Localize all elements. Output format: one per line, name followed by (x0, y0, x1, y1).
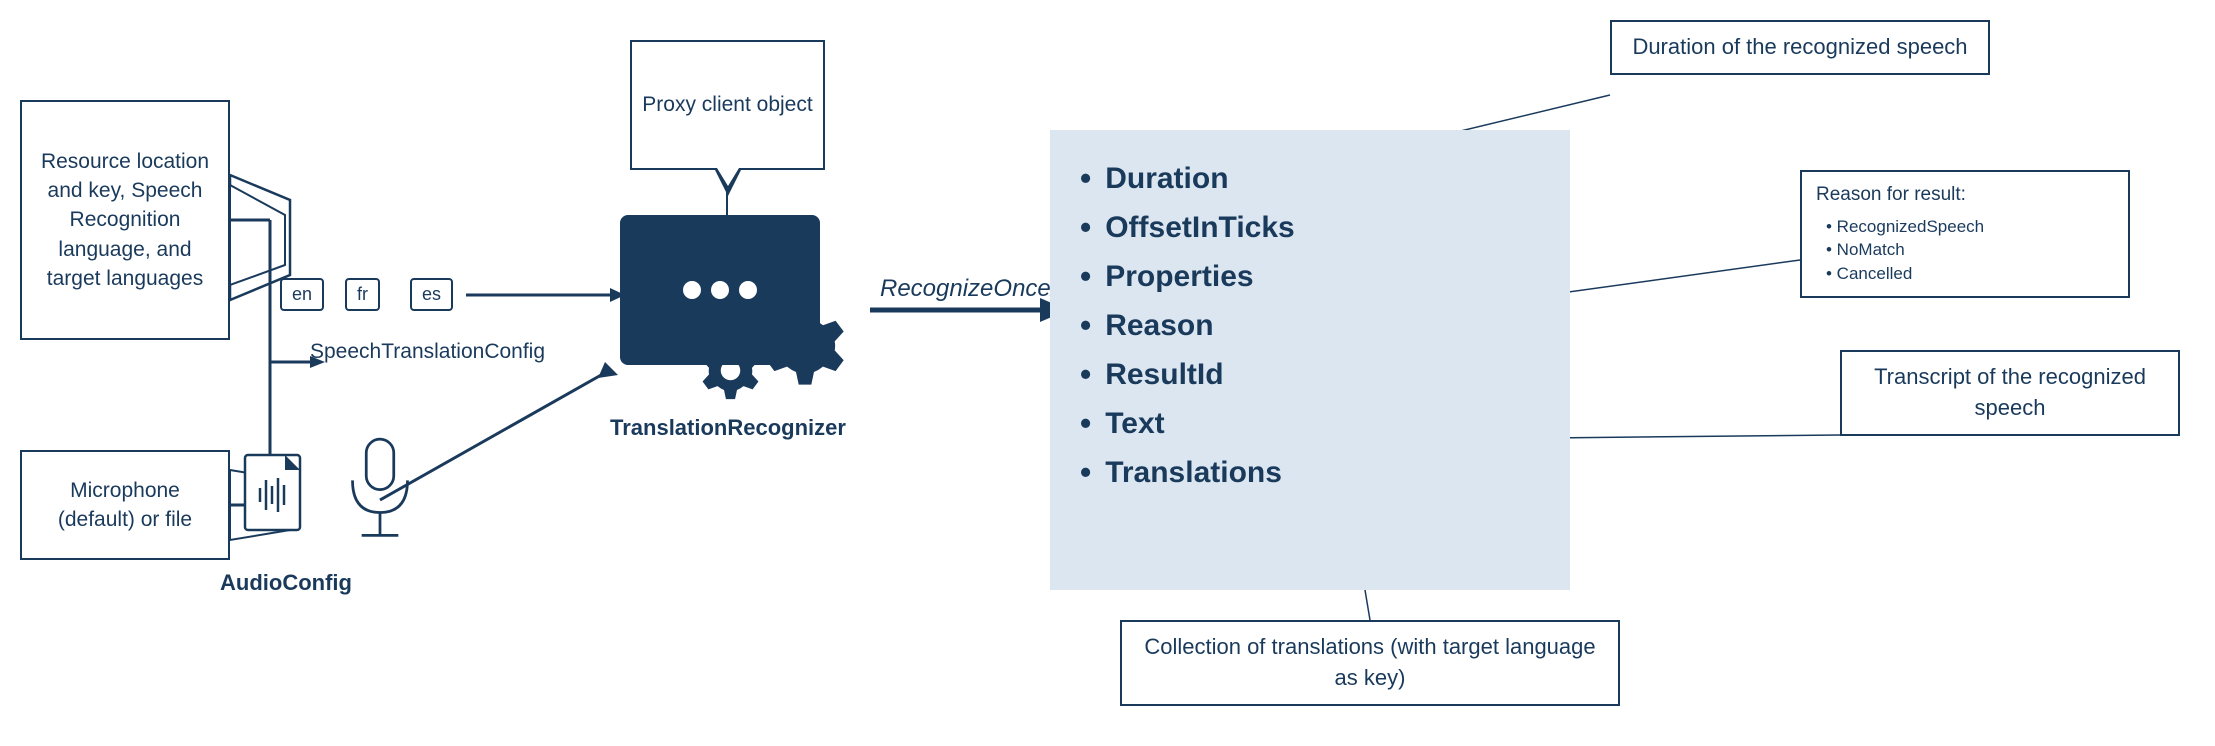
reason-item-nomatch: • NoMatch (1826, 238, 2114, 262)
result-box: Duration OffsetInTicks Properties Reason… (1050, 130, 1570, 590)
tr-label: TranslationRecognizer (610, 415, 846, 441)
dot-2 (711, 281, 729, 299)
result-item-properties: Properties (1080, 258, 1540, 295)
resource-box-text: Resource location and key, Speech Recogn… (32, 147, 218, 294)
reason-item-cancelled: • Cancelled (1826, 262, 2114, 286)
proxy-label-text: Proxy client object (642, 90, 812, 119)
resource-box: Resource location and key, Speech Recogn… (20, 100, 230, 340)
mic-box: Microphone (default) or file (20, 450, 230, 560)
dot-3 (739, 281, 757, 299)
chat-dots (683, 281, 757, 299)
lang-badge-fr: fr (345, 278, 380, 311)
mic-box-text: Microphone (default) or file (32, 476, 218, 535)
reason-callout-title: Reason for result: (1816, 182, 2114, 209)
dot-1 (683, 281, 701, 299)
result-item-translations: Translations (1080, 454, 1540, 491)
duration-callout-text: Duration of the recognized speech (1632, 34, 1967, 59)
translations-callout-text: Collection of translations (with target … (1144, 634, 1595, 690)
diagram: Resource location and key, Speech Recogn… (0, 0, 2215, 746)
reason-callout-items: • RecognizedSpeech • NoMatch • Cancelled (1816, 215, 2114, 286)
microphone-icon (340, 430, 420, 540)
gear-small-icon (698, 338, 763, 403)
translations-callout: Collection of translations (with target … (1120, 620, 1620, 706)
proxy-client-box: Proxy client object (630, 40, 825, 170)
duration-callout: Duration of the recognized speech (1610, 20, 1990, 75)
lang-badge-en: en (280, 278, 324, 311)
lang-badge-es: es (410, 278, 453, 311)
audio-icons-area (240, 430, 420, 540)
result-item-text: Text (1080, 405, 1540, 442)
stc-label: SpeechTranslationConfig (310, 340, 545, 364)
waveform-icon (240, 450, 320, 540)
result-item-resultid: ResultId (1080, 356, 1540, 393)
transcript-callout: Transcript of the recognized speech (1840, 350, 2180, 436)
transcript-callout-text: Transcript of the recognized speech (1874, 364, 2146, 420)
reason-callout: Reason for result: • RecognizedSpeech • … (1800, 170, 2130, 298)
reason-item-recognized: • RecognizedSpeech (1826, 215, 2114, 239)
result-item-offsetinticks: OffsetInTicks (1080, 209, 1540, 246)
result-list: Duration OffsetInTicks Properties Reason… (1080, 160, 1540, 491)
result-item-reason: Reason (1080, 307, 1540, 344)
audio-config-label: AudioConfig (220, 570, 352, 596)
gear-big-icon (760, 300, 850, 390)
result-item-duration: Duration (1080, 160, 1540, 197)
